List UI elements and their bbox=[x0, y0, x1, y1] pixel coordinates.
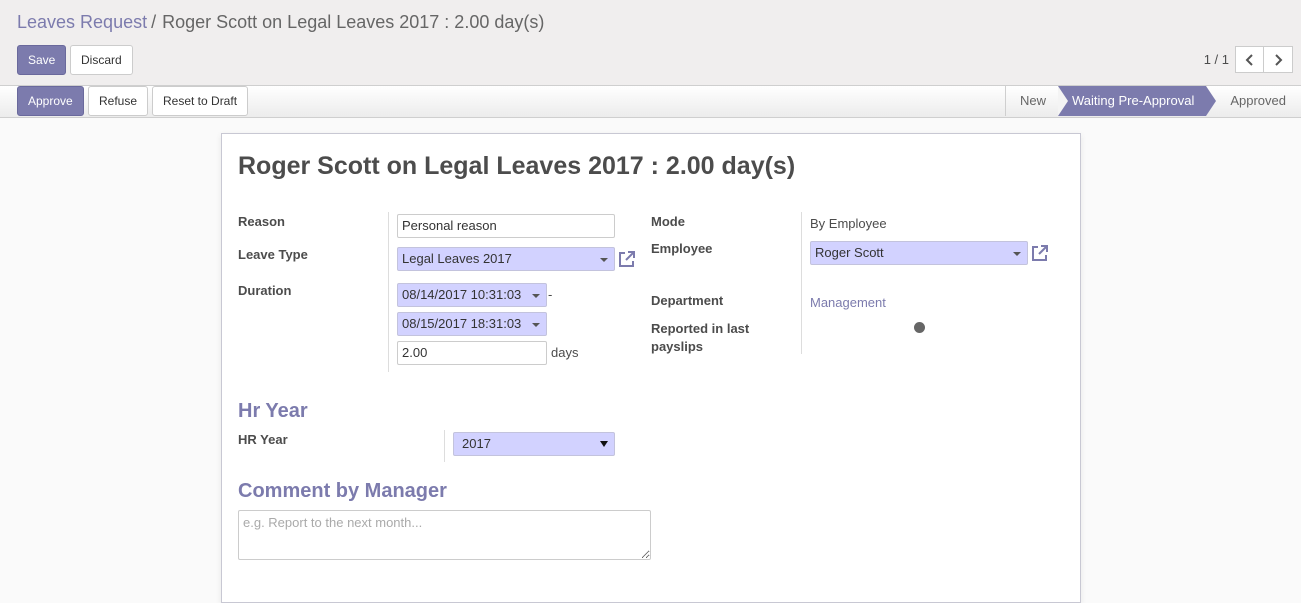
reset-to-draft-button[interactable]: Reset to Draft bbox=[152, 86, 249, 116]
control-panel: Leaves Request / Roger Scott on Legal Leav… bbox=[0, 0, 1301, 86]
days-unit-label: days bbox=[551, 345, 579, 360]
caret-down-icon bbox=[600, 258, 608, 262]
stage-approved[interactable]: Approved bbox=[1206, 86, 1301, 116]
external-link-icon[interactable] bbox=[1030, 243, 1050, 263]
hr-year-section-title: Hr Year bbox=[238, 400, 308, 422]
pager-previous-button[interactable] bbox=[1235, 46, 1264, 73]
date-separator: - bbox=[548, 287, 553, 302]
status-bar: Approve Refuse Reset to Draft New Waitin… bbox=[0, 86, 1301, 118]
date-to-value: 08/15/2017 18:31:03 bbox=[402, 316, 522, 331]
discard-button[interactable]: Discard bbox=[70, 45, 133, 75]
manager-comment-textarea[interactable] bbox=[238, 510, 651, 560]
leave-type-label: Leave Type bbox=[238, 247, 308, 262]
caret-down-icon bbox=[600, 441, 608, 447]
department-link[interactable]: Management bbox=[810, 295, 886, 310]
stage-waiting-pre-approval[interactable]: Waiting Pre-Approval bbox=[1057, 86, 1217, 116]
caret-down-icon bbox=[1013, 252, 1021, 256]
caret-down-icon bbox=[532, 294, 540, 298]
chevron-left-icon bbox=[1245, 53, 1253, 66]
leave-type-select[interactable]: Legal Leaves 2017 bbox=[397, 247, 615, 271]
pager-value: 1 / 1 bbox=[1203, 52, 1229, 67]
comment-section-title: Comment by Manager bbox=[238, 480, 447, 502]
refuse-button[interactable]: Refuse bbox=[88, 86, 149, 116]
date-to-field[interactable]: 08/15/2017 18:31:03 bbox=[397, 312, 547, 336]
divider bbox=[801, 212, 802, 354]
reason-label: Reason bbox=[238, 214, 285, 229]
leave-type-value: Legal Leaves 2017 bbox=[402, 251, 512, 266]
stage-bar: New Waiting Pre-Approval Approved bbox=[1004, 86, 1301, 116]
employee-label: Employee bbox=[651, 241, 713, 256]
employee-select[interactable]: Roger Scott bbox=[810, 241, 1028, 265]
mode-label: Mode bbox=[651, 214, 685, 229]
hr-year-label: HR Year bbox=[238, 432, 288, 447]
days-input[interactable]: 2.00 bbox=[397, 341, 547, 365]
form-sheet: Roger Scott on Legal Leaves 2017 : 2.00 … bbox=[221, 133, 1081, 603]
hr-year-value: 2017 bbox=[462, 436, 491, 451]
divider bbox=[444, 430, 445, 462]
date-from-value: 08/14/2017 10:31:03 bbox=[402, 287, 522, 302]
breadcrumb-parent-link[interactable]: Leaves Request bbox=[17, 12, 147, 32]
breadcrumb: Leaves Request / Roger Scott on Legal Leav… bbox=[17, 12, 544, 33]
breadcrumb-separator: / bbox=[151, 12, 157, 32]
employee-value: Roger Scott bbox=[815, 245, 884, 260]
external-link-icon[interactable] bbox=[617, 249, 637, 269]
duration-label: Duration bbox=[238, 283, 292, 298]
reported-in-last-payslips-label: Reported in last payslips bbox=[651, 321, 750, 354]
divider bbox=[388, 212, 389, 372]
breadcrumb-current: Roger Scott on Legal Leaves 2017 : 2.00 … bbox=[162, 12, 545, 32]
stage-new[interactable]: New bbox=[1004, 86, 1058, 116]
pager-next-button[interactable] bbox=[1264, 46, 1293, 73]
reported-in-last-payslips-checkbox[interactable] bbox=[914, 322, 925, 333]
hr-year-select[interactable]: 2017 bbox=[453, 432, 615, 456]
pager: 1 / 1 bbox=[1204, 46, 1293, 73]
mode-value: By Employee bbox=[810, 216, 887, 231]
date-from-field[interactable]: 08/14/2017 10:31:03 bbox=[397, 283, 547, 307]
reason-input[interactable]: Personal reason bbox=[397, 214, 615, 238]
form-title: Roger Scott on Legal Leaves 2017 : 2.00 … bbox=[238, 152, 796, 180]
department-label: Department bbox=[651, 293, 724, 308]
caret-down-icon bbox=[532, 323, 540, 327]
chevron-right-icon bbox=[1275, 53, 1283, 66]
save-button[interactable]: Save bbox=[17, 45, 67, 75]
approve-button[interactable]: Approve bbox=[17, 86, 84, 116]
